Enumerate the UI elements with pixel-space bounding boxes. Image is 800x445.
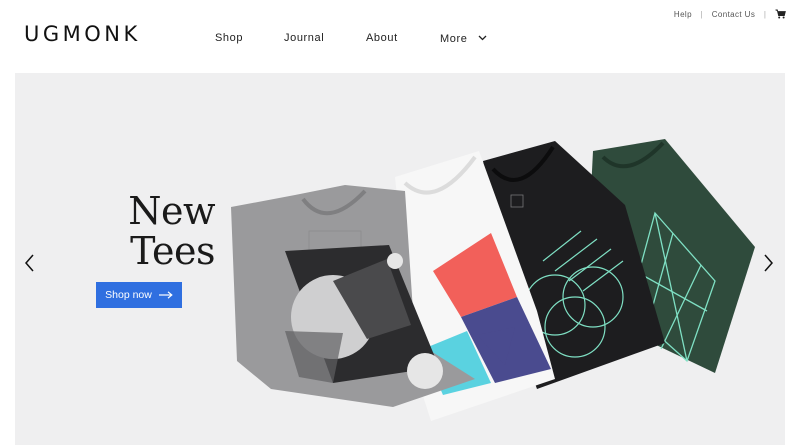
chevron-left-icon[interactable] (24, 253, 36, 278)
hero-title-line: New (128, 189, 215, 233)
nav-shop[interactable]: Shop (215, 32, 243, 44)
shop-now-label: Shop now (105, 289, 152, 301)
chevron-down-icon (478, 32, 487, 44)
arrow-right-icon (158, 291, 173, 299)
contact-link[interactable]: Contact Us (712, 10, 756, 19)
nav-journal[interactable]: Journal (284, 32, 324, 44)
utility-links: Help | Contact Us | (674, 9, 786, 21)
hero-title: New Tees (95, 191, 215, 271)
nav-more-label: More (440, 33, 468, 45)
divider: | (700, 10, 704, 19)
nav-more[interactable]: More (440, 32, 487, 45)
tshirts-product-image (231, 139, 755, 421)
hero-banner: New Tees Shop now (15, 73, 785, 445)
site-header: UGMONK Shop Journal About More Help | Co… (0, 0, 800, 73)
hero-title-line: Tees (130, 229, 215, 273)
shop-now-button[interactable]: Shop now (96, 282, 182, 308)
divider: | (763, 10, 767, 19)
cart-icon[interactable] (775, 9, 786, 21)
nav-about[interactable]: About (366, 32, 398, 44)
help-link[interactable]: Help (674, 10, 692, 19)
logo[interactable]: UGMONK (24, 22, 141, 46)
